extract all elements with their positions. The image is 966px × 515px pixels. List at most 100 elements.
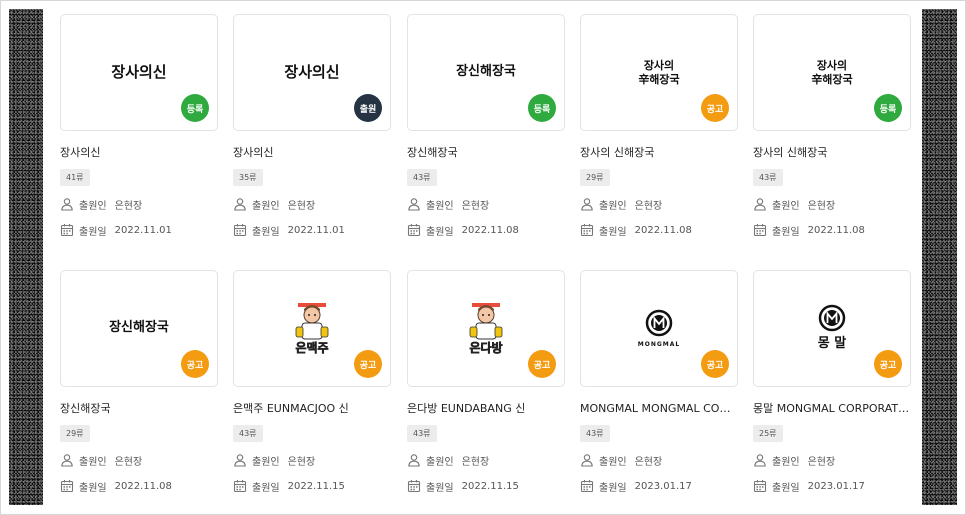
right-side-pattern bbox=[922, 9, 957, 505]
trademark-title[interactable]: 몽말 MONGMAL CORPORATION bbox=[753, 401, 911, 417]
applicant-label: 출원인 bbox=[599, 200, 627, 212]
trademark-card[interactable]: 몽 말 공고 몽말 MONGMAL CORPORATION 25류 출원인 은현장 출원일 2… bbox=[753, 270, 911, 494]
date-row: 출원일 2022.11.08 bbox=[407, 222, 565, 238]
date-label: 출원일 bbox=[426, 482, 454, 494]
applicant-value: 은현장 bbox=[807, 456, 836, 468]
trademark-thumbnail[interactable]: 장신해장국등록 bbox=[407, 14, 565, 131]
person-icon bbox=[754, 454, 766, 467]
applicant-row: 출원인 은현장 bbox=[407, 452, 565, 468]
person-icon bbox=[61, 454, 73, 467]
person-icon bbox=[234, 198, 246, 211]
class-tag: 43류 bbox=[407, 425, 437, 442]
status-badge: 공고 bbox=[528, 350, 556, 378]
person-icon bbox=[234, 454, 246, 467]
date-label: 출원일 bbox=[599, 482, 627, 494]
class-tag: 41류 bbox=[60, 169, 90, 186]
calendar-icon bbox=[753, 224, 767, 237]
trademark-thumbnail[interactable]: 은맥주공고 bbox=[233, 270, 391, 387]
trademark-thumbnail[interactable]: 은다방공고 bbox=[407, 270, 565, 387]
calendar-icon bbox=[580, 224, 594, 237]
status-badge: 공고 bbox=[701, 350, 729, 378]
date-value: 2022.11.08 bbox=[461, 224, 519, 236]
applicant-value: 은현장 bbox=[634, 456, 663, 468]
trademark-title[interactable]: 장사의신 bbox=[233, 145, 391, 161]
trademark-mark-text: 장사의신 bbox=[111, 63, 167, 82]
status-badge: 공고 bbox=[354, 350, 382, 378]
left-side-pattern bbox=[9, 9, 43, 505]
date-row: 출원일 2023.01.17 bbox=[580, 478, 738, 494]
date-row: 출원일 2022.11.08 bbox=[580, 222, 738, 238]
date-value: 2022.11.08 bbox=[634, 224, 692, 236]
trademark-thumbnail[interactable]: 장사의신 출원 bbox=[233, 14, 391, 131]
calendar-icon bbox=[407, 224, 421, 237]
applicant-label: 출원인 bbox=[79, 200, 107, 212]
applicant-label: 출원인 bbox=[252, 456, 280, 468]
date-label: 출원일 bbox=[772, 482, 800, 494]
applicant-label: 출원인 bbox=[426, 200, 454, 212]
applicant-value: 은현장 bbox=[114, 456, 143, 468]
status-badge: 등록 bbox=[528, 94, 556, 122]
trademark-card[interactable]: 은맥주 공고 은맥주 EUNMACJOO 신 43류 출원인 은현장 출원일 2022.11.… bbox=[233, 270, 391, 494]
date-row: 출원일 2022.11.15 bbox=[233, 478, 391, 494]
date-label: 출원일 bbox=[79, 482, 107, 494]
trademark-title[interactable]: 은맥주 EUNMACJOO 신 bbox=[233, 401, 391, 417]
status-badge: 공고 bbox=[874, 350, 902, 378]
trademark-mark-text: 장사의 辛해장국 bbox=[811, 58, 853, 86]
date-value: 2022.11.01 bbox=[287, 224, 345, 236]
trademark-thumbnail[interactable]: 장사의 辛해장국등록 bbox=[753, 14, 911, 131]
date-label: 출원일 bbox=[426, 226, 454, 238]
applicant-row: 출원인 은현장 bbox=[233, 196, 391, 212]
trademark-mark-text: 몽 말 bbox=[817, 336, 847, 352]
trademark-title[interactable]: 은다방 EUNDABANG 신 bbox=[407, 401, 565, 417]
trademark-title[interactable]: 장사의신 bbox=[60, 145, 218, 161]
applicant-label: 출원인 bbox=[599, 456, 627, 468]
status-badge: 등록 bbox=[874, 94, 902, 122]
date-value: 2022.11.08 bbox=[114, 480, 172, 492]
trademark-card[interactable]: 장사의신 등록 장사의신 41류 출원인 은현장 출원일 2022.11.01 bbox=[60, 14, 218, 238]
status-badge: 공고 bbox=[181, 350, 209, 378]
applicant-row: 출원인 은현장 bbox=[60, 196, 218, 212]
trademark-card[interactable]: 장신해장국 공고 장신해장국 29류 출원인 은현장 출원일 2022.11.08 bbox=[60, 270, 218, 494]
trademark-title[interactable]: 장사의 신해장국 bbox=[753, 145, 911, 161]
date-value: 2022.11.08 bbox=[807, 224, 865, 236]
applicant-label: 출원인 bbox=[252, 200, 280, 212]
trademark-title[interactable]: MONGMAL MONGMAL CORPORATION bbox=[580, 401, 738, 417]
trademark-thumbnail[interactable]: 장사의 辛해장국 공고 bbox=[580, 14, 738, 131]
trademark-logo: 은다방 bbox=[464, 301, 508, 356]
trademark-thumbnail[interactable]: 몽 말공고 bbox=[753, 270, 911, 387]
trademark-card[interactable]: 은다방 공고 은다방 EUNDABANG 신 43류 출원인 은현장 출원일 2022.11.… bbox=[407, 270, 565, 494]
trademark-title[interactable]: 장사의 신해장국 bbox=[580, 145, 738, 161]
applicant-label: 출원인 bbox=[79, 456, 107, 468]
trademark-logo: MONGMAL bbox=[638, 309, 680, 349]
calendar-icon bbox=[60, 224, 74, 237]
trademark-thumbnail[interactable]: 장신해장국공고 bbox=[60, 270, 218, 387]
trademark-thumbnail[interactable]: 장사의신 등록 bbox=[60, 14, 218, 131]
trademark-card[interactable]: 장신해장국 등록 장신해장국 43류 출원인 은현장 출원일 2022.11.08 bbox=[407, 14, 565, 238]
person-icon bbox=[581, 198, 593, 211]
trademark-card[interactable]: 장사의 辛해장국 공고 장사의 신해장국 29류 출원인 은현장 출원일 2022.11.08 bbox=[580, 14, 738, 238]
person-icon bbox=[408, 198, 420, 211]
calendar-icon bbox=[407, 480, 421, 493]
trademark-title[interactable]: 장신해장국 bbox=[407, 145, 565, 161]
applicant-label: 출원인 bbox=[772, 200, 800, 212]
applicant-label: 출원인 bbox=[426, 456, 454, 468]
trademark-mark-text: 은다방 bbox=[469, 341, 503, 356]
trademark-thumbnail[interactable]: MONGMAL 공고 bbox=[580, 270, 738, 387]
trademark-card[interactable]: MONGMAL 공고 MONGMAL MONGMAL CORPORATION 43류출… bbox=[580, 270, 738, 494]
applicant-value: 은현장 bbox=[287, 456, 316, 468]
person-icon bbox=[581, 454, 593, 467]
person-icon bbox=[754, 198, 766, 211]
trademark-card[interactable]: 장사의신 출원 장사의신 35류 출원인 은현장 출원일 2022.11.01 bbox=[233, 14, 391, 238]
trademark-logo: 몽 말 bbox=[818, 304, 846, 352]
trademark-card[interactable]: 장사의 辛해장국 등록 장사의 신해장국 43류 출원인 은현장 출원일 2022.11.08 bbox=[753, 14, 911, 238]
trademark-title[interactable]: 장신해장국 bbox=[60, 401, 218, 417]
trademark-logo: 은맥주 bbox=[290, 301, 334, 356]
applicant-value: 은현장 bbox=[114, 200, 143, 212]
trademark-mark-text: 장신해장국 bbox=[456, 64, 516, 80]
applicant-row: 출원인 은현장 bbox=[407, 196, 565, 212]
trademark-mark-text: 장신해장국 bbox=[109, 320, 169, 336]
applicant-value: 은현장 bbox=[461, 200, 490, 212]
mongmal-emblem-icon bbox=[645, 309, 673, 336]
date-label: 출원일 bbox=[772, 226, 800, 238]
applicant-row: 출원인 은현장 bbox=[233, 452, 391, 468]
